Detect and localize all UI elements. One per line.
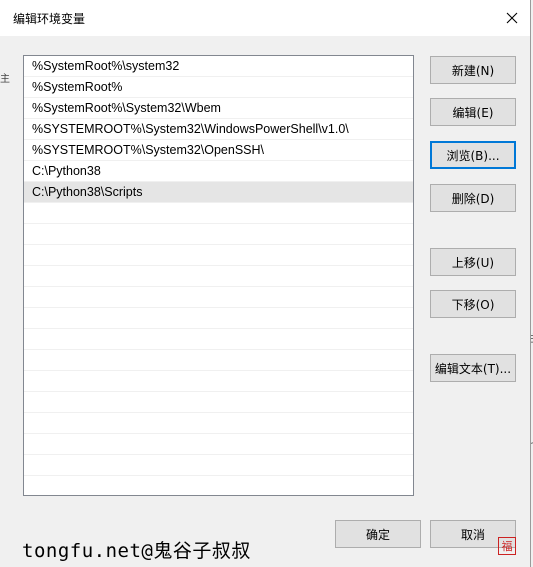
title-bar: 编辑环境变量 (0, 0, 530, 36)
list-item[interactable] (24, 434, 413, 455)
ok-button[interactable]: 确定 (335, 520, 421, 548)
move-up-button[interactable]: 上移(U) (430, 248, 516, 276)
list-item[interactable] (24, 392, 413, 413)
list-item[interactable] (24, 287, 413, 308)
list-item[interactable]: %SYSTEMROOT%\System32\OpenSSH\ (24, 140, 413, 161)
list-item[interactable]: %SystemRoot% (24, 77, 413, 98)
close-icon (506, 12, 518, 24)
move-down-button[interactable]: 下移(O) (430, 290, 516, 318)
list-item[interactable] (24, 455, 413, 476)
list-item[interactable] (24, 476, 413, 495)
list-item[interactable] (24, 203, 413, 224)
list-item[interactable] (24, 350, 413, 371)
background-glyph: 主 (0, 74, 10, 85)
watermark-seal: 福 (498, 537, 516, 555)
list-item[interactable] (24, 308, 413, 329)
list-item[interactable]: C:\Python38 (24, 161, 413, 182)
list-item[interactable]: C:\Python38\Scripts (24, 182, 413, 203)
list-item[interactable]: %SystemRoot%\system32 (24, 56, 413, 77)
new-button[interactable]: 新建(N) (430, 56, 516, 84)
browse-button[interactable]: 浏览(B)... (430, 141, 516, 169)
list-item[interactable] (24, 245, 413, 266)
watermark-text: tongfu.net@鬼谷子叔叔 (22, 540, 251, 562)
list-item[interactable] (24, 371, 413, 392)
close-button[interactable] (494, 0, 530, 36)
list-item[interactable] (24, 224, 413, 245)
dialog-title: 编辑环境变量 (13, 12, 86, 26)
edit-button[interactable]: 编辑(E) (430, 98, 516, 126)
edit-text-button[interactable]: 编辑文本(T)... (430, 354, 516, 382)
edit-environment-variable-dialog: 编辑环境变量 主 %SystemRoot%\system32 %SystemRoo… (0, 0, 531, 567)
list-item[interactable] (24, 329, 413, 350)
list-item[interactable] (24, 413, 413, 434)
delete-button[interactable]: 删除(D) (430, 184, 516, 212)
list-item[interactable] (24, 266, 413, 287)
list-item[interactable]: %SYSTEMROOT%\System32\WindowsPowerShell\… (24, 119, 413, 140)
list-item[interactable]: %SystemRoot%\System32\Wbem (24, 98, 413, 119)
path-list[interactable]: %SystemRoot%\system32 %SystemRoot% %System… (23, 55, 414, 496)
